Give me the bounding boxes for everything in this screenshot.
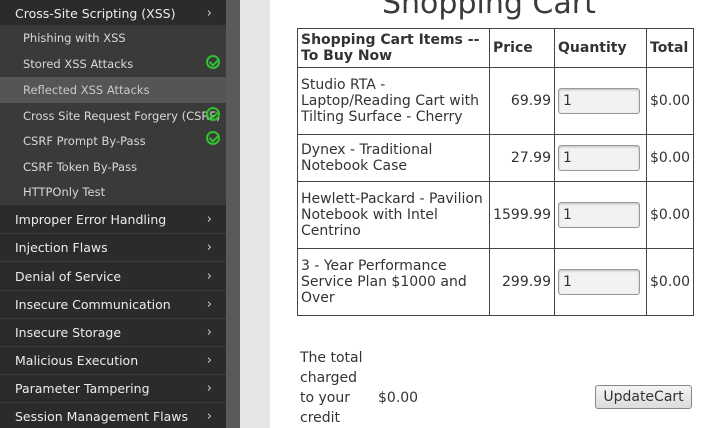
item-name: 3 - Year Performance Service Plan $1000 … bbox=[297, 248, 490, 316]
column-header-items: Shopping Cart Items -- To Buy Now bbox=[297, 28, 490, 68]
chevron-right-icon: › bbox=[206, 240, 212, 255]
lesson-label: Cross Site Request Forgery (CSRF) bbox=[23, 109, 221, 123]
category-improper-error-handling[interactable]: Improper Error Handling › bbox=[0, 206, 226, 234]
quantity-input[interactable] bbox=[558, 202, 640, 228]
completed-check-icon bbox=[206, 107, 220, 121]
category-insecure-communication[interactable]: Insecure Communication › bbox=[0, 291, 226, 319]
column-header-quantity: Quantity bbox=[554, 28, 647, 68]
update-cart-button[interactable]: UpdateCart bbox=[595, 385, 692, 409]
chevron-right-icon: › bbox=[206, 353, 212, 368]
completed-check-icon bbox=[206, 131, 220, 145]
category-session-management-flaws[interactable]: Session Management Flaws › bbox=[0, 403, 226, 428]
item-price: 1599.99 bbox=[489, 181, 555, 249]
category-malicious-execution[interactable]: Malicious Execution › bbox=[0, 347, 226, 375]
column-header-total: Total bbox=[645, 28, 695, 68]
category-label: Injection Flaws bbox=[15, 240, 108, 255]
category-label: Malicious Execution bbox=[15, 353, 139, 368]
chevron-right-icon: › bbox=[206, 409, 212, 424]
category-label: Improper Error Handling bbox=[15, 212, 167, 227]
lesson-content: Shopping Cart Shopping Cart Items -- To … bbox=[270, 0, 710, 428]
table-row: Studio RTA - Laptop/Reading Cart with Ti… bbox=[297, 67, 695, 135]
lesson-csrf-token-bypass[interactable]: CSRF Token By-Pass bbox=[0, 154, 226, 180]
lesson-phishing-xss[interactable]: Phishing with XSS bbox=[0, 25, 226, 51]
sidebar-scrollbar[interactable] bbox=[226, 0, 240, 428]
table-row: Hewlett-Packard - Pavilion Notebook with… bbox=[297, 181, 695, 249]
category-label: Parameter Tampering bbox=[15, 381, 150, 396]
lesson-httponly-test[interactable]: HTTPOnly Test bbox=[0, 179, 226, 205]
category-xss[interactable]: Cross-Site Scripting (XSS) › bbox=[0, 0, 226, 28]
content-gutter bbox=[240, 0, 270, 428]
category-injection-flaws[interactable]: Injection Flaws › bbox=[0, 234, 226, 262]
completed-check-icon bbox=[206, 55, 220, 69]
category-label: Session Management Flaws bbox=[15, 409, 189, 424]
quantity-cell bbox=[554, 67, 647, 135]
item-price: 69.99 bbox=[489, 67, 555, 135]
item-name: Studio RTA - Laptop/Reading Cart with Ti… bbox=[297, 67, 490, 135]
table-row: Dynex - Traditional Notebook Case 27.99 … bbox=[297, 134, 695, 182]
item-name: Dynex - Traditional Notebook Case bbox=[297, 134, 490, 182]
lesson-label: Reflected XSS Attacks bbox=[23, 83, 150, 97]
total-charged-label: The total charged to your credit bbox=[300, 350, 363, 426]
category-label: Insecure Communication bbox=[15, 297, 171, 312]
lesson-label: CSRF Prompt By-Pass bbox=[23, 134, 146, 148]
lesson-csrf-prompt-bypass[interactable]: CSRF Prompt By-Pass bbox=[0, 128, 226, 154]
quantity-cell bbox=[554, 181, 647, 249]
table-header-row: Shopping Cart Items -- To Buy Now Price … bbox=[297, 28, 695, 68]
chevron-right-icon: › bbox=[206, 325, 212, 340]
item-total: $0.00 bbox=[645, 67, 695, 135]
category-label: Cross-Site Scripting (XSS) bbox=[15, 6, 176, 21]
lesson-label: HTTPOnly Test bbox=[23, 185, 106, 199]
lesson-csrf[interactable]: Cross Site Request Forgery (CSRF) bbox=[0, 103, 226, 129]
lesson-reflected-xss[interactable]: Reflected XSS Attacks bbox=[0, 77, 226, 103]
lesson-label: CSRF Token By-Pass bbox=[23, 160, 138, 174]
chevron-right-icon: › bbox=[206, 6, 212, 21]
lesson-stored-xss[interactable]: Stored XSS Attacks bbox=[0, 51, 226, 77]
lesson-label: Stored XSS Attacks bbox=[23, 57, 134, 71]
chevron-right-icon: › bbox=[206, 297, 212, 312]
item-price: 299.99 bbox=[489, 248, 555, 316]
quantity-input[interactable] bbox=[558, 88, 640, 114]
quantity-input[interactable] bbox=[558, 269, 640, 295]
table-row: 3 - Year Performance Service Plan $1000 … bbox=[297, 248, 695, 316]
quantity-cell bbox=[554, 248, 647, 316]
item-total: $0.00 bbox=[645, 134, 695, 182]
column-header-price: Price bbox=[489, 28, 555, 68]
chevron-right-icon: › bbox=[206, 212, 212, 227]
category-denial-of-service[interactable]: Denial of Service › bbox=[0, 263, 226, 291]
lesson-sidebar: Cross-Site Scripting (XSS) › Phishing wi… bbox=[0, 0, 226, 428]
page-title: Shopping Cart bbox=[382, 0, 596, 21]
lesson-label: Phishing with XSS bbox=[23, 31, 126, 45]
quantity-input[interactable] bbox=[558, 145, 640, 171]
total-charged-value: $0.00 bbox=[378, 390, 419, 406]
category-label: Insecure Storage bbox=[15, 325, 122, 340]
chevron-right-icon: › bbox=[206, 381, 212, 396]
category-insecure-storage[interactable]: Insecure Storage › bbox=[0, 319, 226, 347]
chevron-right-icon: › bbox=[206, 269, 212, 284]
item-total: $0.00 bbox=[645, 181, 695, 249]
item-price: 27.99 bbox=[489, 134, 555, 182]
shopping-cart-table: Shopping Cart Items -- To Buy Now Price … bbox=[297, 28, 695, 316]
category-label: Denial of Service bbox=[15, 269, 122, 284]
item-name: Hewlett-Packard - Pavilion Notebook with… bbox=[297, 181, 490, 249]
category-parameter-tampering[interactable]: Parameter Tampering › bbox=[0, 375, 226, 403]
quantity-cell bbox=[554, 134, 647, 182]
item-total: $0.00 bbox=[645, 248, 695, 316]
